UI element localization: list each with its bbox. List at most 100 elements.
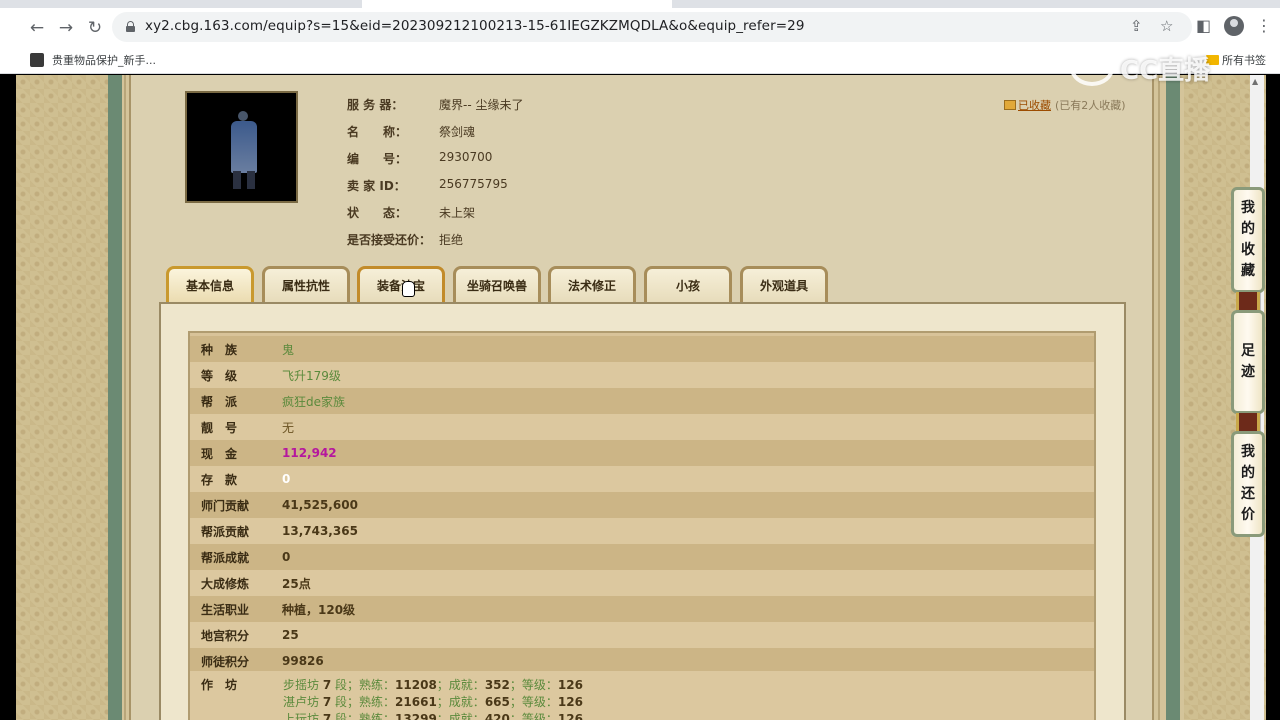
table-row: 生活职业 种植，120级 — [190, 596, 1094, 622]
table-row: 地宫积分 25 — [190, 622, 1094, 648]
table-row: 大成修炼 25点 — [190, 570, 1094, 596]
row-label: 师徒积分 — [201, 654, 250, 669]
row-value: 种植，120级 — [282, 602, 356, 617]
tab-appearance[interactable]: 外观道具 — [740, 266, 828, 302]
side-btn-char: 收 — [1241, 242, 1255, 258]
info-label: 是否接受还价： — [347, 233, 432, 247]
workshop-line: 上玩坊 7 段；熟练：13299；成就：420；等级：126 — [283, 712, 583, 720]
row-value: 疯狂de家族 — [282, 394, 346, 409]
row-label: 帮派成就 — [201, 550, 250, 565]
side-panel-icon[interactable]: ◧ — [1196, 16, 1211, 35]
active-browser-tab[interactable] — [362, 0, 672, 8]
info-row-name: 名 称： 祭剑魂 — [347, 123, 475, 140]
row-value: 25点 — [282, 576, 311, 591]
stream-watermark: CC直播 — [1070, 46, 1240, 90]
history-button[interactable]: 足 迹 — [1231, 310, 1265, 414]
share-icon[interactable]: ⇪ — [1130, 17, 1143, 35]
my-offers-button[interactable]: 我 的 还 价 — [1231, 431, 1265, 537]
row-label: 师门贡献 — [201, 498, 250, 513]
info-value: 256775795 — [439, 177, 508, 191]
bookmark-favicon-icon — [30, 53, 44, 67]
info-value: 祭剑魂 — [439, 125, 476, 139]
character-portrait — [185, 91, 298, 203]
row-label: 种 族 — [201, 342, 238, 357]
table-row: 种 族 鬼 — [190, 336, 1094, 362]
back-arrow-icon[interactable]: ← — [26, 17, 48, 39]
row-value: 99826 — [282, 654, 324, 668]
row-value: 飞升179级 — [282, 368, 341, 383]
side-connector — [1236, 292, 1260, 312]
info-value: 2930700 — [439, 150, 493, 164]
left-inner-rule — [124, 75, 126, 720]
table-row: 帮派贡献 13,743,365 — [190, 518, 1094, 544]
left-green-border — [108, 75, 122, 720]
table-row: 师门贡献 41,525,600 — [190, 492, 1094, 518]
info-row-counteroffer: 是否接受还价： 拒绝 — [347, 231, 463, 248]
profile-avatar-icon[interactable] — [1224, 16, 1244, 36]
side-btn-char: 价 — [1241, 507, 1255, 523]
row-value: 13,743,365 — [282, 524, 358, 538]
bookmark-label: 贵重物品保护_新手... — [52, 54, 156, 67]
row-label: 存 款 — [201, 472, 238, 487]
row-label: 现 金 — [201, 446, 238, 461]
watermark-text: CC直播 — [1120, 55, 1211, 86]
side-btn-char: 迹 — [1241, 364, 1255, 380]
bookmark-star-icon[interactable]: ☆ — [1160, 17, 1173, 35]
row-value: 鬼 — [282, 342, 295, 357]
tab-basic-info[interactable]: 基本信息 — [166, 266, 254, 302]
workshop-line: 步摇坊 7 段；熟练：11208；成就：352；等级：126 — [283, 678, 583, 692]
tab-mounts-pets[interactable]: 坐骑召唤兽 — [453, 266, 541, 302]
bookmark-item[interactable]: 贵重物品保护_新手... — [30, 51, 156, 69]
url-text[interactable]: xy2.cbg.163.com/equip?s=15&eid=202309212… — [145, 18, 805, 34]
table-row: 存 款 0 — [190, 466, 1094, 492]
favorite-count: (已有2人收藏) — [1055, 99, 1126, 112]
side-btn-char: 的 — [1241, 221, 1255, 237]
tab-attributes[interactable]: 属性抗性 — [262, 266, 350, 302]
forward-arrow-icon[interactable]: → — [55, 17, 77, 39]
info-row-number: 编 号： 2930700 — [347, 150, 492, 167]
row-value: 无 — [282, 420, 295, 435]
info-value: 魔界-- 尘缘未了 — [439, 98, 524, 112]
info-label: 状 态： — [347, 206, 408, 220]
address-bar[interactable]: xy2.cbg.163.com/equip?s=15&eid=202309212… — [112, 12, 1192, 42]
table-row: 等 级 飞升179级 — [190, 362, 1094, 388]
table-row: 靓 号 无 — [190, 414, 1094, 440]
side-btn-char: 足 — [1241, 343, 1255, 359]
watermark-logo-icon — [1070, 50, 1114, 86]
workshop-line: 湛卢坊 7 段；熟练：21661；成就：665；等级：126 — [283, 695, 583, 709]
row-value-deposit: 0 — [282, 472, 291, 486]
info-label: 名 称： — [347, 125, 408, 139]
menu-kebab-icon[interactable]: ⋮ — [1256, 16, 1272, 35]
favorite-folder-icon — [1004, 100, 1016, 110]
table-row: 现 金 112,942 — [190, 440, 1094, 466]
row-label: 帮派贡献 — [201, 524, 250, 539]
info-label: 编 号： — [347, 152, 408, 166]
reload-icon[interactable]: ↻ — [84, 17, 106, 39]
lock-icon[interactable] — [126, 21, 135, 32]
info-label: 服 务 器： — [347, 98, 404, 112]
right-inner-rule — [1158, 75, 1160, 720]
side-btn-char: 我 — [1241, 444, 1255, 460]
basic-info-table: 种 族 鬼 等 级 飞升179级 帮 派 疯狂de家族 靓 号 无 现 金 11… — [188, 331, 1096, 720]
info-row-seller-id: 卖 家 ID： 256775795 — [347, 177, 508, 194]
side-btn-char: 还 — [1241, 486, 1255, 502]
my-favorites-button[interactable]: 我 的 收 藏 — [1231, 187, 1265, 293]
info-row-server: 服 务 器： 魔界-- 尘缘未了 — [347, 96, 523, 113]
row-label: 靓 号 — [201, 420, 238, 435]
favorite-status: 已收藏 (已有2人收藏) — [1004, 97, 1126, 113]
info-label: 卖 家 ID： — [347, 179, 406, 193]
row-value: 41,525,600 — [282, 498, 358, 512]
tab-spell-correction[interactable]: 法术修正 — [548, 266, 636, 302]
side-connector — [1236, 413, 1260, 433]
table-row: 帮 派 疯狂de家族 — [190, 388, 1094, 414]
browser-toolbar: ← → ↻ xy2.cbg.163.com/equip?s=15&eid=202… — [0, 8, 1280, 46]
row-label: 等 级 — [201, 368, 238, 383]
info-value: 拒绝 — [439, 233, 464, 247]
browser-tab-strip — [0, 0, 1280, 8]
row-label: 生活职业 — [201, 602, 250, 617]
scroll-up-icon[interactable]: ▲ — [1252, 77, 1258, 86]
tab-equipment[interactable]: 装备法宝 — [357, 266, 445, 302]
tab-children[interactable]: 小孩 — [644, 266, 732, 302]
favorited-link[interactable]: 已收藏 — [1018, 97, 1051, 113]
side-btn-char: 藏 — [1241, 263, 1255, 279]
